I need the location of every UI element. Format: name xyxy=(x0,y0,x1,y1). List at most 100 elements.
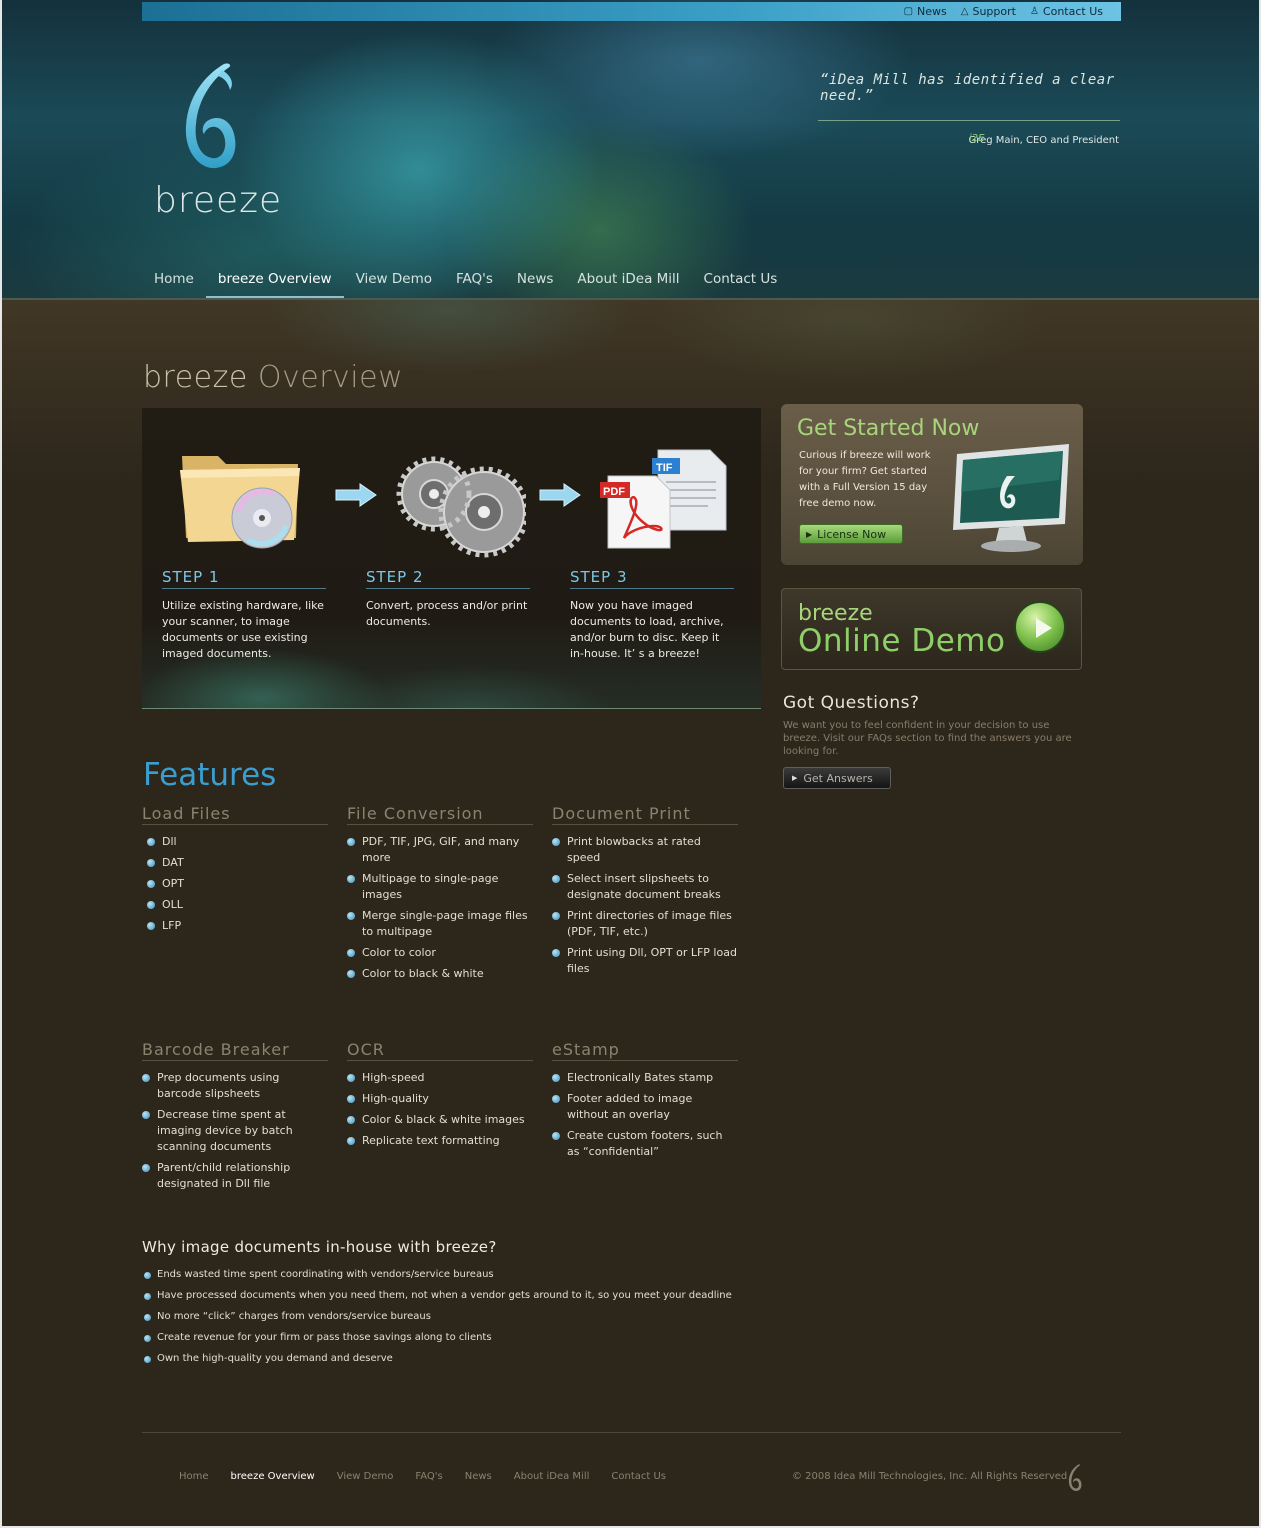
nav-item-view-demo[interactable]: View Demo xyxy=(344,262,444,298)
online-demo-box[interactable]: breeze Online Demo xyxy=(781,588,1082,670)
get-started-title: Get Started Now xyxy=(797,416,980,441)
footer-link-home[interactable]: Home xyxy=(168,1471,220,1482)
footer-nav: Home breeze Overview View Demo FAQ's New… xyxy=(168,1471,677,1482)
feature-item: High-speed xyxy=(347,1070,532,1086)
utility-link-support[interactable]: △ Support xyxy=(961,5,1016,18)
feature-item: Prep documents using barcode slipsheets xyxy=(142,1070,327,1102)
quote-text: “iDea Mill has identified a clear need.” xyxy=(820,72,1115,104)
feature-column-document-print: Document Print Print blowbacks at rated … xyxy=(552,804,738,975)
header: ▢ News △ Support ♙ Contact Us breeze “iD… xyxy=(0,0,1261,300)
feature-column-title: Document Print xyxy=(552,804,738,825)
folder-disc-icon xyxy=(180,456,300,549)
step-title: STEP 2 xyxy=(366,568,530,589)
feature-item: Replicate text formatting xyxy=(347,1133,532,1149)
feature-column-load-files: Load Files Dll DAT OPT OLL LFP xyxy=(142,804,328,932)
logo[interactable]: breeze xyxy=(152,62,281,221)
main-nav: Home breeze Overview View Demo FAQ's New… xyxy=(142,262,789,298)
arrow-right-icon xyxy=(335,483,377,507)
features-title: Features xyxy=(143,757,277,793)
logo-wordmark: breeze xyxy=(154,180,283,221)
online-demo-line2: Online Demo xyxy=(798,623,1006,659)
feature-item: Electronically Bates stamp xyxy=(552,1070,737,1086)
step-title: STEP 1 xyxy=(162,568,326,589)
utility-link-label: News xyxy=(917,5,947,18)
page-title-brand: breeze xyxy=(143,360,248,395)
nav-item-contact[interactable]: Contact Us xyxy=(692,262,790,298)
arrow-right-icon xyxy=(539,483,581,507)
nav-item-about[interactable]: About iDea Mill xyxy=(565,262,691,298)
utility-link-label: Support xyxy=(972,5,1016,18)
utility-link-news[interactable]: ▢ News xyxy=(904,5,947,18)
feature-column-estamp: eStamp Electronically Bates stamp Footer… xyxy=(552,1040,738,1158)
nav-item-faqs[interactable]: FAQ's xyxy=(444,262,505,298)
feature-item: Print directories of image files (PDF, T… xyxy=(552,908,737,940)
nav-item-news[interactable]: News xyxy=(505,262,565,298)
feature-item: Dll xyxy=(147,834,332,850)
feature-item: Decrease time spent at imaging device by… xyxy=(142,1107,327,1155)
quote-divider xyxy=(818,120,1120,121)
play-icon[interactable] xyxy=(1014,601,1066,653)
breeze-swirl-logo xyxy=(185,63,236,169)
footer-link-contact[interactable]: Contact Us xyxy=(600,1471,677,1482)
get-answers-label: Get Answers xyxy=(803,771,873,785)
feature-column-ocr: OCR High-speed High-quality Color & blac… xyxy=(347,1040,533,1147)
footer-link-breeze-overview[interactable]: breeze Overview xyxy=(220,1471,326,1482)
footer-link-about[interactable]: About iDea Mill xyxy=(503,1471,601,1482)
speech-bubble-icon: ▢ xyxy=(903,6,914,17)
questions-title: Got Questions? xyxy=(783,693,920,713)
feature-item: Create custom footers, such as “confiden… xyxy=(552,1128,737,1160)
questions-text: We want you to feel confident in your de… xyxy=(783,720,1072,757)
get-started-text: Curious if breeze will work for your fir… xyxy=(799,450,931,509)
steps-panel: TIF PDF STEP 1 Utilize existing hardware… xyxy=(142,408,761,709)
page-title-rest: Overview xyxy=(257,360,404,395)
feature-item: Color to color xyxy=(347,945,532,961)
feature-item: Parent/child relationship designated in … xyxy=(142,1160,327,1192)
footer-link-view-demo[interactable]: View Demo xyxy=(326,1471,405,1482)
feature-column-title: eStamp xyxy=(552,1040,738,1061)
feature-item: OPT xyxy=(147,876,332,892)
feature-item: Multipage to single-page images xyxy=(347,871,532,903)
get-started-box: Get Started Now Curious if breeze will w… xyxy=(781,404,1083,565)
utility-bar: ▢ News △ Support ♙ Contact Us xyxy=(142,2,1121,21)
license-now-label: License Now xyxy=(817,527,887,541)
play-triangle-icon: ▶ xyxy=(792,774,798,782)
nav-item-home[interactable]: Home xyxy=(142,262,206,298)
feature-item: Print using Dll, OPT or LFP load files xyxy=(552,946,737,975)
pdf-label: PDF xyxy=(603,486,625,498)
utility-link-contact[interactable]: ♙ Contact Us xyxy=(1030,5,1103,18)
tif-label: TIF xyxy=(656,462,673,474)
feature-column-title: OCR xyxy=(347,1040,533,1061)
testimonial: “iDea Mill has identified a clear need.”… xyxy=(818,72,1120,146)
feature-item: Select insert slipsheets to designate do… xyxy=(552,871,737,903)
why-item: Own the high-quality you demand and dese… xyxy=(144,1353,393,1364)
feature-item: Color to black & white xyxy=(347,966,532,982)
feature-item: PDF, TIF, JPG, GIF, and many more xyxy=(347,834,532,866)
step-3: STEP 3 Now you have imaged documents to … xyxy=(570,568,734,662)
step-text: Now you have imaged documents to load, a… xyxy=(570,599,724,660)
page-title: breeze Overview xyxy=(143,360,403,395)
why-item: Have processed documents when you need t… xyxy=(144,1290,732,1301)
feature-column-file-conversion: File Conversion PDF, TIF, JPG, GIF, and … xyxy=(347,804,533,980)
why-title: Why image documents in-house with breeze… xyxy=(142,1238,497,1256)
license-now-button[interactable]: ▶ License Now xyxy=(799,524,903,544)
footer-link-faqs[interactable]: FAQ's xyxy=(404,1471,453,1482)
why-item: Create revenue for your firm or pass tho… xyxy=(144,1332,492,1343)
step-2: STEP 2 Convert, process and/or print doc… xyxy=(366,568,530,630)
footer-link-news[interactable]: News xyxy=(454,1471,503,1482)
footer-divider xyxy=(142,1432,1121,1433)
nav-item-breeze-overview[interactable]: breeze Overview xyxy=(205,262,344,298)
feature-item: DAT xyxy=(147,855,332,871)
feature-column-title: Barcode Breaker xyxy=(142,1040,328,1061)
breeze-swirl-logo xyxy=(1068,1464,1082,1492)
feature-item: Merge single-page image files to multipa… xyxy=(347,908,532,940)
step-title: STEP 3 xyxy=(570,568,734,589)
step-text: Convert, process and/or print documents. xyxy=(366,599,528,628)
warning-triangle-icon: △ xyxy=(960,6,969,17)
feature-item: Color & black & white images xyxy=(347,1112,532,1128)
step-1: STEP 1 Utilize existing hardware, like y… xyxy=(162,568,326,662)
feature-item: OLL xyxy=(147,897,332,913)
play-triangle-icon: ▶ xyxy=(806,529,813,539)
feature-column-barcode-breaker: Barcode Breaker Prep documents using bar… xyxy=(142,1040,328,1190)
get-answers-button[interactable]: ▶ Get Answers xyxy=(783,767,891,789)
utility-link-label: Contact Us xyxy=(1042,5,1103,18)
